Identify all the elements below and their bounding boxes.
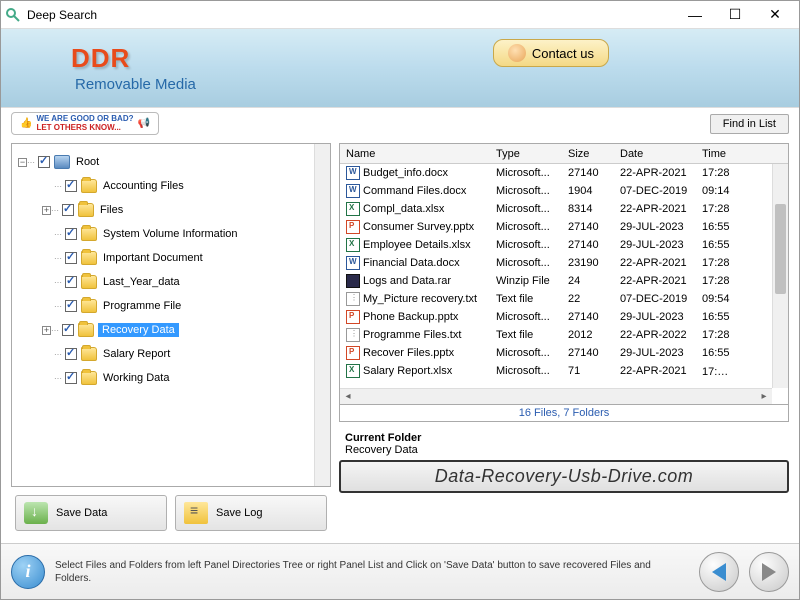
contact-us-button[interactable]: Contact us	[493, 39, 609, 67]
file-icon	[346, 202, 360, 216]
list-item[interactable]: Phone Backup.pptxMicrosoft...2714029-JUL…	[340, 308, 788, 326]
directory-tree[interactable]: −⋯ Root ⋯Accounting Files+⋯Files⋯System …	[11, 143, 331, 487]
tree-root[interactable]: −⋯ Root	[14, 150, 328, 174]
file-icon	[346, 166, 360, 180]
tree-item[interactable]: ⋯Accounting Files	[14, 174, 328, 198]
checkbox[interactable]	[65, 372, 77, 384]
folder-icon	[78, 323, 94, 337]
maximize-button[interactable]: ☐	[715, 2, 755, 28]
footer-message: Select Files and Folders from left Panel…	[55, 559, 689, 585]
folder-icon	[81, 227, 97, 241]
file-icon	[346, 364, 360, 378]
save-log-button[interactable]: Save Log	[175, 495, 327, 531]
product-name: Removable Media	[75, 76, 196, 93]
checkbox[interactable]	[65, 300, 77, 312]
folder-icon	[78, 203, 94, 217]
current-folder-box: Current Folder Recovery Data	[339, 430, 789, 458]
list-item[interactable]: Financial Data.docxMicrosoft...2319022-A…	[340, 254, 788, 272]
forward-button[interactable]	[749, 552, 789, 592]
file-icon	[346, 346, 360, 360]
banner: DDR Removable Media Contact us	[1, 29, 799, 107]
tree-item[interactable]: ⋯Last_Year_data	[14, 270, 328, 294]
checkbox[interactable]	[65, 252, 77, 264]
tree-item[interactable]: ⋯Salary Report	[14, 342, 328, 366]
tree-item[interactable]: +⋯Files	[14, 198, 328, 222]
find-in-list-button[interactable]: Find in List	[710, 114, 789, 134]
tree-item[interactable]: +⋯Recovery Data	[14, 318, 328, 342]
log-icon	[184, 502, 208, 524]
drive-icon	[54, 155, 70, 169]
save-icon	[24, 502, 48, 524]
checkbox[interactable]	[65, 228, 77, 240]
file-icon	[346, 238, 360, 252]
back-button[interactable]	[699, 552, 739, 592]
folder-icon	[81, 299, 97, 313]
checkbox[interactable]	[65, 348, 77, 360]
col-name[interactable]: Name	[340, 146, 490, 162]
contact-label: Contact us	[532, 46, 594, 61]
footer: i Select Files and Folders from left Pan…	[1, 543, 799, 599]
list-hscrollbar[interactable]: ◂▸	[340, 388, 772, 404]
tree-item[interactable]: ⋯System Volume Information	[14, 222, 328, 246]
list-item[interactable]: Recover Files.pptxMicrosoft...2714029-JU…	[340, 344, 788, 362]
status-bar: 16 Files, 7 Folders	[339, 405, 789, 422]
list-item[interactable]: Logs and Data.rarWinzip File2422-APR-202…	[340, 272, 788, 290]
file-icon	[346, 184, 360, 198]
list-item[interactable]: Programme Files.txtText file201222-APR-2…	[340, 326, 788, 344]
folder-icon	[81, 371, 97, 385]
window-title: Deep Search	[27, 8, 675, 22]
file-icon	[346, 220, 360, 234]
list-item[interactable]: Salary Report.xlsxMicrosoft...7122-APR-2…	[340, 362, 788, 380]
list-item[interactable]: Employee Details.xlsxMicrosoft...2714029…	[340, 236, 788, 254]
folder-icon	[81, 179, 97, 193]
feedback-button[interactable]: 👍 WE ARE GOOD OR BAD? LET OTHERS KNOW...…	[11, 112, 159, 136]
file-icon	[346, 292, 360, 306]
col-time[interactable]: Time	[696, 146, 738, 162]
avatar-icon	[508, 44, 526, 62]
file-icon	[346, 310, 360, 324]
list-item[interactable]: Consumer Survey.pptxMicrosoft...2714029-…	[340, 218, 788, 236]
close-button[interactable]: ✕	[755, 2, 795, 28]
brand-logo: DDR	[71, 43, 196, 74]
checkbox[interactable]	[62, 324, 74, 336]
info-icon: i	[11, 555, 45, 589]
file-list[interactable]: Name Type Size Date Time Budget_info.doc…	[339, 143, 789, 405]
megaphone-icon: 📢	[138, 118, 150, 129]
file-icon	[346, 256, 360, 270]
folder-icon	[81, 275, 97, 289]
app-icon	[5, 7, 21, 23]
thumbs-up-icon: 👍	[20, 118, 32, 129]
folder-icon	[81, 251, 97, 265]
checkbox[interactable]	[65, 276, 77, 288]
titlebar: Deep Search — ☐ ✕	[1, 1, 799, 29]
checkbox[interactable]	[65, 180, 77, 192]
save-data-button[interactable]: Save Data	[15, 495, 167, 531]
list-item[interactable]: Compl_data.xlsxMicrosoft...831422-APR-20…	[340, 200, 788, 218]
tree-item[interactable]: ⋯Programme File	[14, 294, 328, 318]
checkbox[interactable]	[62, 204, 74, 216]
list-item[interactable]: Command Files.docxMicrosoft...190407-DEC…	[340, 182, 788, 200]
list-item[interactable]: My_Picture recovery.txtText file2207-DEC…	[340, 290, 788, 308]
toolbar: 👍 WE ARE GOOD OR BAD? LET OTHERS KNOW...…	[1, 107, 799, 139]
list-vscrollbar[interactable]	[772, 164, 788, 388]
folder-icon	[81, 347, 97, 361]
file-icon	[346, 274, 360, 288]
website-banner: Data-Recovery-Usb-Drive.com	[339, 460, 789, 493]
file-icon	[346, 328, 360, 342]
col-size[interactable]: Size	[562, 146, 614, 162]
checkbox[interactable]	[38, 156, 50, 168]
tree-scrollbar[interactable]	[314, 144, 330, 486]
minimize-button[interactable]: —	[675, 2, 715, 28]
column-headers[interactable]: Name Type Size Date Time	[340, 144, 788, 164]
tree-item[interactable]: ⋯Working Data	[14, 366, 328, 390]
list-item[interactable]: Budget_info.docxMicrosoft...2714022-APR-…	[340, 164, 788, 182]
tree-item[interactable]: ⋯Important Document	[14, 246, 328, 270]
col-type[interactable]: Type	[490, 146, 562, 162]
col-date[interactable]: Date	[614, 146, 696, 162]
